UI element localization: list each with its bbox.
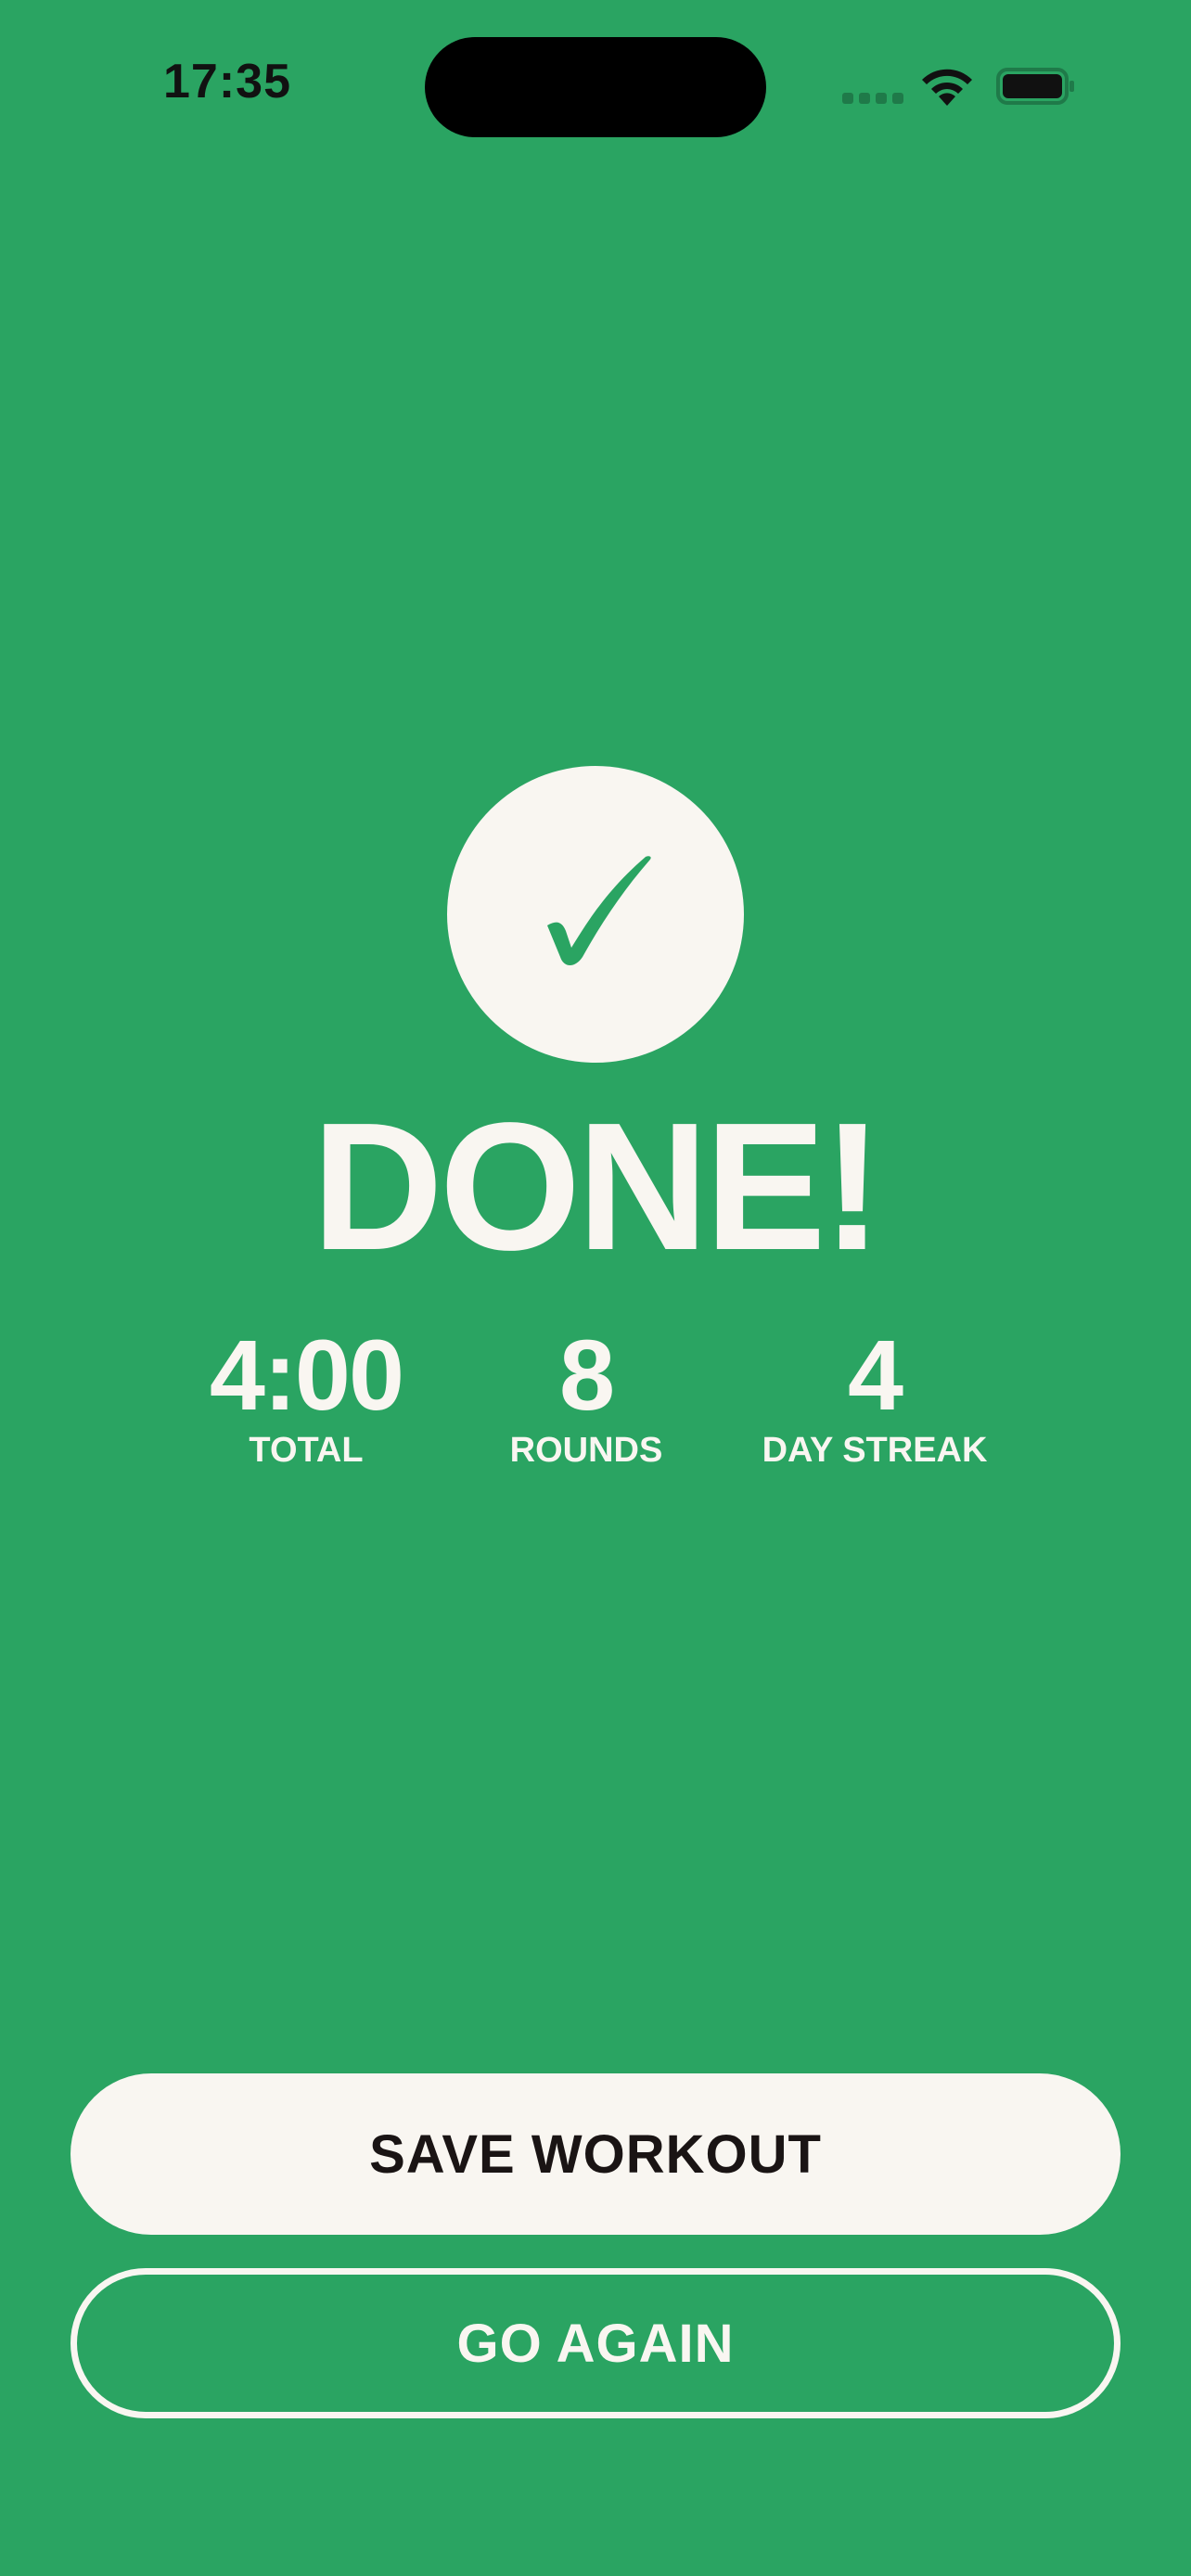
stat-streak-value: 4 — [847, 1319, 903, 1431]
completion-title: DONE! — [312, 1085, 883, 1288]
battery-icon — [996, 68, 1074, 105]
stat-streak: 4 DAY STREAK — [742, 1324, 1007, 1473]
go-again-button[interactable]: GO AGAIN — [70, 2268, 1121, 2418]
checkmark-icon — [547, 856, 651, 965]
stat-total: 4:00 TOTAL — [186, 1324, 427, 1473]
stat-total-value: 4:00 — [209, 1319, 404, 1431]
stat-streak-label: DAY STREAK — [762, 1431, 988, 1470]
cellular-signal-icon — [842, 93, 907, 106]
success-badge — [447, 766, 744, 1063]
stat-rounds-label: ROUNDS — [509, 1431, 663, 1470]
wifi-icon — [922, 69, 972, 106]
stat-rounds-value: 8 — [558, 1319, 615, 1431]
dynamic-island — [425, 37, 766, 137]
status-time: 17:35 — [163, 55, 291, 108]
save-workout-button[interactable]: SAVE WORKOUT — [70, 2073, 1121, 2235]
stat-total-label: TOTAL — [249, 1431, 364, 1470]
stat-rounds: 8 ROUNDS — [484, 1324, 688, 1473]
status-bar: 17:35 — [0, 0, 1191, 167]
